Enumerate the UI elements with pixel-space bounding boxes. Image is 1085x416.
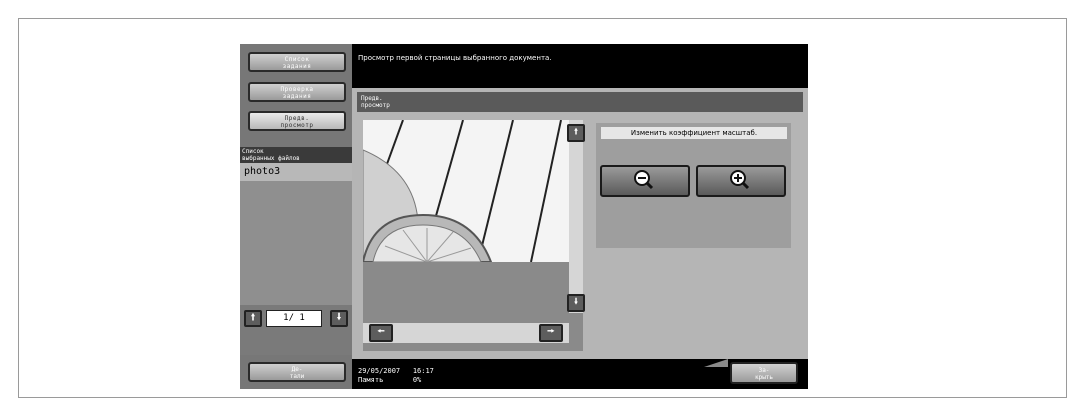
zoom-out-icon bbox=[634, 170, 654, 190]
preview-button[interactable]: Предв. просмотр bbox=[248, 111, 346, 131]
page-title: Предв. просмотр bbox=[357, 92, 803, 112]
page-title-1: Предв. bbox=[361, 95, 383, 102]
scroll-down-button[interactable]: 🠛 bbox=[567, 294, 585, 312]
zoom-in-icon bbox=[730, 170, 750, 190]
status-bar-corner bbox=[704, 359, 728, 367]
device-screen: Список задания Проверка задания Предв. п… bbox=[240, 44, 808, 389]
status-bar: 29/05/2007 16:17 Память 0% За- крыть bbox=[352, 359, 808, 389]
details-button[interactable]: Де- тали bbox=[248, 362, 346, 382]
job-list-label-1: Список bbox=[284, 56, 310, 63]
job-check-label-2: задания bbox=[282, 93, 312, 100]
memory-label: Память bbox=[358, 376, 384, 384]
preview-label-1: Предв. bbox=[284, 115, 310, 122]
close-label-2: крыть bbox=[754, 374, 774, 381]
selected-files-header: Список выбранных файлов bbox=[240, 147, 352, 163]
arrow-up-icon: 🠙 bbox=[573, 127, 579, 137]
left-panel: Список задания Проверка задания Предв. п… bbox=[240, 44, 352, 389]
page-navigator: 🠙 1/ 1 🠛 bbox=[240, 305, 352, 355]
datetime-memory: 29/05/2007 16:17 Память 0% bbox=[358, 367, 434, 385]
selected-files-header-2: выбранных файлов bbox=[242, 155, 300, 162]
scroll-right-button[interactable]: 🠚 bbox=[539, 324, 563, 342]
preview-label-2: просмотр bbox=[280, 122, 314, 129]
page-counter: 1/ 1 bbox=[266, 310, 322, 327]
selected-files-list: photo3 bbox=[240, 163, 352, 305]
arrow-left-icon: 🠘 bbox=[377, 327, 385, 337]
preview-area: 🠙 🠛 🠘 🠚 bbox=[363, 120, 585, 351]
selected-files-header-1: Список bbox=[242, 148, 264, 155]
job-list-button[interactable]: Список задания bbox=[248, 52, 346, 72]
main-panel: Предв. просмотр 🠙 🠛 🠘 🠚 Изменить коэффиц… bbox=[352, 88, 808, 359]
scroll-left-button[interactable]: 🠘 bbox=[369, 324, 393, 342]
arrow-up-icon: 🠙 bbox=[250, 312, 256, 323]
zoom-in-button[interactable] bbox=[696, 165, 786, 197]
zoom-out-button[interactable] bbox=[600, 165, 690, 197]
scroll-up-button[interactable]: 🠙 bbox=[567, 124, 585, 142]
job-check-label-1: Проверка bbox=[280, 86, 314, 93]
job-list-label-2: задания bbox=[282, 63, 312, 70]
page-up-button[interactable]: 🠙 bbox=[244, 310, 262, 327]
vertical-scrollbar[interactable]: 🠙 🠛 bbox=[567, 120, 585, 313]
orange-photo-image bbox=[363, 120, 569, 262]
details-label-2: тали bbox=[289, 373, 305, 380]
arrow-down-icon: 🠛 bbox=[336, 312, 342, 323]
page-title-2: просмотр bbox=[361, 102, 390, 109]
zoom-label: Изменить коэффициент масштаб. bbox=[601, 127, 787, 139]
horizontal-scrollbar[interactable]: 🠘 🠚 bbox=[363, 323, 569, 343]
page-down-button[interactable]: 🠛 bbox=[330, 310, 348, 327]
date-text: 29/05/2007 bbox=[358, 367, 401, 375]
status-message: Просмотр первой страницы выбранного доку… bbox=[352, 44, 808, 88]
memory-value: 0% bbox=[412, 376, 422, 384]
details-label-1: Де- bbox=[291, 366, 303, 373]
time-text: 16:17 bbox=[412, 367, 434, 375]
preview-image bbox=[363, 120, 569, 262]
close-button[interactable]: За- крыть bbox=[730, 362, 798, 384]
arrow-down-icon: 🠛 bbox=[573, 297, 579, 307]
list-item[interactable]: photo3 bbox=[240, 163, 352, 181]
arrow-right-icon: 🠚 bbox=[547, 327, 555, 337]
job-check-button[interactable]: Проверка задания bbox=[248, 82, 346, 102]
close-label-1: За- bbox=[758, 367, 770, 374]
zoom-panel: Изменить коэффициент масштаб. bbox=[596, 123, 791, 248]
